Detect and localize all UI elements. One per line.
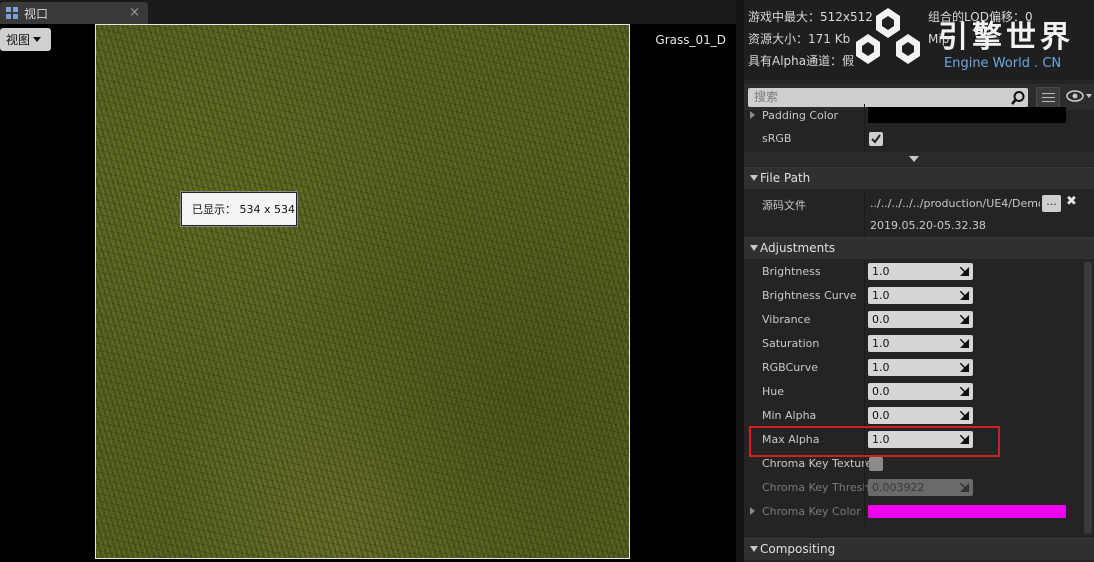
property-label: Chroma Key Thresho bbox=[762, 481, 877, 494]
asset-name: Grass_01_D bbox=[655, 33, 726, 47]
category-title: Adjustments bbox=[760, 241, 836, 255]
eye-icon[interactable] bbox=[1066, 89, 1092, 103]
details-scrollbar[interactable] bbox=[1084, 262, 1092, 534]
collapse-arrow-icon bbox=[750, 546, 758, 552]
category-title: File Path bbox=[760, 171, 811, 185]
saturation-input[interactable]: 1.0 bbox=[868, 335, 973, 352]
texture-preview[interactable] bbox=[95, 24, 630, 559]
reset-arrow-icon[interactable] bbox=[960, 315, 969, 324]
property-label: Chroma Key Color bbox=[762, 505, 861, 518]
brightness-curve-input[interactable]: 1.0 bbox=[868, 287, 973, 304]
tab-viewport[interactable]: 视口 × bbox=[0, 2, 148, 24]
chevron-down-icon bbox=[909, 156, 919, 162]
viewport-panel: 视口 × 视图 Grass_01_D 已显示： 534 x 534 bbox=[0, 0, 736, 562]
property-label: sRGB bbox=[762, 132, 792, 145]
brightness-curve-value: 1.0 bbox=[872, 289, 890, 302]
property-row-srgb: sRGB bbox=[744, 127, 1094, 151]
engine-world-logo-icon bbox=[856, 8, 920, 64]
property-row-min-alpha: Min Alpha 0.0 bbox=[744, 404, 1094, 428]
min-alpha-input[interactable]: 0.0 bbox=[868, 407, 973, 424]
reset-arrow-icon[interactable] bbox=[960, 363, 969, 372]
collapse-arrow-icon bbox=[750, 175, 758, 181]
viewport-tabbar: 视口 × bbox=[0, 0, 736, 24]
srgb-checkbox[interactable] bbox=[869, 132, 883, 146]
property-label: 源码文件 bbox=[762, 199, 806, 212]
tab-viewport-label: 视口 bbox=[24, 6, 49, 21]
category-adjustments[interactable]: Adjustments bbox=[744, 237, 1094, 259]
category-compositing[interactable]: Compositing bbox=[744, 538, 1094, 560]
property-row-hue: Hue 0.0 bbox=[744, 380, 1094, 404]
vibrance-input[interactable]: 0.0 bbox=[868, 311, 973, 328]
min-alpha-value: 0.0 bbox=[872, 409, 890, 422]
expand-arrow-icon[interactable] bbox=[750, 507, 755, 515]
property-label: Vibrance bbox=[762, 313, 811, 326]
reset-arrow-icon[interactable] bbox=[960, 387, 969, 396]
property-label: Brightness Curve bbox=[762, 289, 857, 302]
property-label: Chroma Key Texture bbox=[762, 457, 873, 470]
checkmark-icon bbox=[871, 134, 881, 144]
hue-value: 0.0 bbox=[872, 385, 890, 398]
chroma-key-texture-checkbox[interactable] bbox=[869, 457, 883, 471]
logo-title: 引擎世界 bbox=[938, 20, 1074, 55]
tab-close-icon[interactable]: × bbox=[129, 5, 140, 20]
property-row-chroma-key-color: Chroma Key Color bbox=[744, 500, 1094, 524]
property-label: Padding Color bbox=[762, 109, 839, 122]
panel-splitter[interactable] bbox=[736, 0, 744, 562]
source-file-path: ../../../../../production/UE4/Demo/ bbox=[870, 197, 1040, 210]
property-label: Brightness bbox=[762, 265, 821, 278]
collapse-arrow-icon bbox=[750, 245, 758, 251]
browse-button[interactable]: ... bbox=[1042, 195, 1061, 212]
clear-icon[interactable]: ✖ bbox=[1066, 194, 1077, 209]
rgbcurve-value: 1.0 bbox=[872, 361, 890, 374]
saturation-value: 1.0 bbox=[872, 337, 890, 350]
watermark-logo: 引擎世界 Engine World . CN bbox=[848, 4, 1094, 74]
source-file-timestamp: 2019.05.20-05.32.38 bbox=[870, 219, 986, 232]
property-label: Saturation bbox=[762, 337, 820, 350]
logo-subtitle: Engine World . CN bbox=[944, 56, 1062, 71]
property-label: RGBCurve bbox=[762, 361, 818, 374]
view-menu-label: 视图 bbox=[6, 33, 31, 47]
details-panel: 游戏中最大：512x512 组合的LOD偏移：0 资源大小：171 Kb Mip… bbox=[744, 0, 1094, 562]
vibrance-value: 0.0 bbox=[872, 313, 890, 326]
expand-arrow-icon[interactable] bbox=[750, 111, 755, 119]
info-has-alpha: 具有Alpha通道：假 bbox=[748, 54, 855, 68]
category-title: Compositing bbox=[760, 542, 836, 556]
display-size-tooltip: 已显示： 534 x 534 bbox=[181, 192, 297, 226]
property-row-brightness: Brightness 1.0 bbox=[744, 260, 1094, 284]
property-row-source-file: 源码文件 ../../../../../production/UE4/Demo/… bbox=[744, 190, 1094, 238]
chroma-key-color-swatch[interactable] bbox=[868, 505, 1066, 518]
highlight-annotation bbox=[749, 426, 1000, 457]
chroma-key-threshold-value: 0.003922 bbox=[872, 481, 925, 494]
reset-arrow-icon[interactable] bbox=[960, 339, 969, 348]
texture-editor: 视口 × 视图 Grass_01_D 已显示： 534 x 534 游戏中最大：… bbox=[0, 0, 1094, 562]
reset-arrow-icon[interactable] bbox=[960, 411, 969, 420]
chroma-key-threshold-input[interactable]: 0.003922 bbox=[868, 479, 973, 496]
advanced-expander[interactable] bbox=[744, 152, 1094, 166]
reset-arrow-icon[interactable] bbox=[960, 267, 969, 276]
info-resource-size: 资源大小：171 Kb bbox=[748, 32, 851, 46]
reset-arrow-icon[interactable] bbox=[960, 291, 969, 300]
property-row-padding-color: Padding Color bbox=[744, 104, 1094, 128]
padding-color-swatch[interactable] bbox=[868, 107, 1066, 123]
rgbcurve-input[interactable]: 1.0 bbox=[868, 359, 973, 376]
property-row-chroma-key-threshold: Chroma Key Thresho 0.003922 bbox=[744, 476, 1094, 500]
category-file-path[interactable]: File Path bbox=[744, 167, 1094, 189]
texture-info: 游戏中最大：512x512 组合的LOD偏移：0 资源大小：171 Kb Mip… bbox=[744, 0, 1094, 80]
chevron-down-icon bbox=[33, 37, 42, 42]
hue-input[interactable]: 0.0 bbox=[868, 383, 973, 400]
property-row-vibrance: Vibrance 0.0 bbox=[744, 308, 1094, 332]
viewport-grid-icon bbox=[6, 7, 18, 19]
reset-arrow-icon bbox=[960, 483, 969, 492]
property-row-saturation: Saturation 1.0 bbox=[744, 332, 1094, 356]
property-row-rgbcurve: RGBCurve 1.0 bbox=[744, 356, 1094, 380]
view-menu-button[interactable]: 视图 bbox=[0, 28, 51, 51]
brightness-value: 1.0 bbox=[872, 265, 890, 278]
brightness-input[interactable]: 1.0 bbox=[868, 263, 973, 280]
property-label: Hue bbox=[762, 385, 785, 398]
property-label: Min Alpha bbox=[762, 409, 817, 422]
property-row-brightness-curve: Brightness Curve 1.0 bbox=[744, 284, 1094, 308]
